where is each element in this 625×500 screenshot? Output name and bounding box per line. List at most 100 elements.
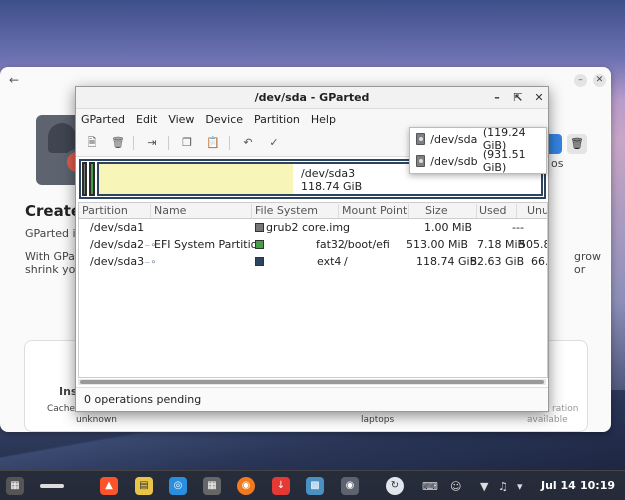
calculator-icon[interactable]: ▦ — [203, 477, 221, 495]
clock-time[interactable]: 10:19 — [580, 479, 615, 492]
cell-partition-text: /dev/sda3 — [90, 255, 145, 268]
visual-label: /dev/sda3 118.74 GiB — [301, 167, 362, 193]
minimize-icon[interactable]: – — [574, 74, 587, 87]
cell-size: 118.74 GiB — [416, 255, 478, 268]
device-item-sdb[interactable]: /dev/sdb (931.51 GiB) — [410, 148, 546, 174]
device-dropdown-popup: /dev/sda (119.24 GiB) /dev/sdb (931.51 G… — [409, 126, 547, 174]
partition-table: Partition Name File System Mount Point S… — [78, 202, 548, 378]
wifi-icon[interactable]: ▼ — [480, 480, 488, 493]
bg-description-1: GParted is — [25, 227, 82, 240]
column-header-unused[interactable]: Unus — [517, 204, 547, 218]
taskbar: ▦ ▲ ▤ ◎ ▦ ◉ ↓ ▩ ◉ ↻ ⌨ ☺ ▼ ♫ ▾ Jul 14 10:… — [0, 470, 625, 500]
new-partition-icon[interactable]: 🗎 — [84, 135, 100, 151]
bg-right-text-2: grow or — [574, 250, 601, 276]
card-label-available: available — [527, 415, 568, 425]
menu-partition[interactable]: Partition — [254, 113, 300, 126]
firefox-icon[interactable]: ◉ — [237, 477, 255, 495]
gparted-taskbar-icon[interactable]: ◉ — [341, 477, 359, 495]
window-title: /dev/sda - GParted — [254, 91, 370, 104]
menu-help[interactable]: Help — [311, 113, 336, 126]
workspace-indicator[interactable] — [40, 484, 64, 488]
visual-partition-sda1[interactable] — [82, 162, 87, 196]
horizontal-scrollbar[interactable] — [78, 379, 546, 385]
maximize-icon[interactable]: ⇱ — [511, 87, 525, 109]
menubar: GParted Edit View Device Partition Help — [76, 109, 548, 129]
cell-filesystem: ext4 — [317, 255, 342, 268]
cell-size: 1.00 MiB — [424, 221, 473, 234]
cell-used: --- — [512, 221, 524, 234]
volume-icon[interactable]: ♫ — [498, 480, 508, 493]
bg-right-text-1: os — [551, 157, 564, 170]
cell-filesystem: fat32 — [316, 238, 345, 251]
files-icon[interactable]: ▤ — [135, 477, 153, 495]
visual-partition-sda2[interactable] — [89, 162, 95, 196]
table-header: Partition Name File System Mount Point S… — [79, 203, 547, 219]
menu-gparted[interactable]: GParted — [81, 113, 125, 126]
card-label-unknown: unknown — [76, 415, 117, 425]
status-bar: 0 operations pending — [76, 387, 548, 411]
column-header-used[interactable]: Used — [477, 204, 517, 218]
scrollbar-thumb[interactable] — [80, 380, 544, 384]
store-icon[interactable]: ▩ — [306, 477, 324, 495]
toolbar-separator — [133, 136, 134, 150]
copy-icon[interactable]: ❐ — [179, 135, 195, 151]
visual-partition-name: /dev/sda3 — [301, 167, 356, 180]
cell-filesystem: grub2 core.img — [266, 221, 351, 234]
cell-mountpoint: /boot/efi — [344, 238, 390, 251]
visual-partition-size: 118.74 GiB — [301, 180, 363, 193]
used-space-fill — [99, 164, 294, 194]
minimize-icon[interactable]: – — [490, 87, 504, 109]
disk-icon — [416, 133, 426, 145]
device-name: /dev/sdb — [430, 154, 478, 168]
disk-icon — [416, 155, 426, 167]
menu-device[interactable]: Device — [205, 113, 243, 126]
apply-icon[interactable]: ✓ — [266, 135, 282, 151]
web-browser-icon[interactable]: ◎ — [169, 477, 187, 495]
resize-move-icon[interactable]: ⇥ — [144, 135, 160, 151]
device-name: /dev/sda — [430, 132, 478, 146]
column-header-filesystem[interactable]: File System — [252, 204, 339, 218]
cell-used: 52.63 GiB — [470, 255, 525, 268]
trash-icon[interactable]: 🗑 — [567, 134, 587, 154]
cell-partition-text: /dev/sda2 — [90, 238, 145, 251]
close-icon[interactable]: ✕ — [532, 87, 546, 109]
power-menu-icon[interactable]: ▾ — [517, 480, 523, 493]
table-row[interactable]: /dev/sda3⎯⚬ ext4 / 118.74 GiB 52.63 GiB … — [79, 253, 547, 270]
cell-unused: 66.1 — [531, 255, 547, 268]
toolbar-separator — [168, 136, 169, 150]
back-arrow-icon[interactable]: ← — [9, 73, 19, 87]
close-icon[interactable]: ✕ — [593, 74, 606, 87]
clock-date[interactable]: Jul 14 — [541, 479, 576, 492]
cell-name: EFI System Partition — [154, 238, 265, 251]
keyboard-layout-icon[interactable]: ⌨ — [422, 480, 438, 493]
toolbar-separator — [229, 136, 230, 150]
gparted-window: /dev/sda - GParted – ⇱ ✕ GParted Edit Vi… — [75, 86, 549, 412]
install-button[interactable] — [549, 134, 562, 154]
menu-edit[interactable]: Edit — [136, 113, 157, 126]
sync-icon[interactable]: ↻ — [386, 477, 404, 495]
card-label-cache: Cache — [47, 404, 75, 414]
download-icon[interactable]: ↓ — [272, 477, 290, 495]
menu-view[interactable]: View — [168, 113, 194, 126]
table-row[interactable]: /dev/sda2⎯⚬ EFI System Partition fat32 /… — [79, 236, 547, 253]
device-item-sda[interactable]: /dev/sda (119.24 GiB) — [410, 126, 546, 152]
paste-icon[interactable]: 📋 — [205, 135, 221, 151]
gparted-titlebar[interactable]: /dev/sda - GParted – ⇱ ✕ — [76, 87, 548, 109]
filesystem-color-swatch — [255, 223, 264, 232]
cell-partition: /dev/sda1 — [90, 221, 145, 234]
cell-partition: /dev/sda3⎯⚬ — [90, 255, 157, 268]
column-header-mountpoint[interactable]: Mount Point — [339, 204, 409, 218]
delete-icon[interactable]: 🗑 — [110, 135, 126, 151]
column-header-partition[interactable]: Partition — [79, 204, 151, 218]
card-label-ration: ration — [552, 404, 579, 414]
brave-browser-icon[interactable]: ▲ — [100, 477, 118, 495]
column-header-size[interactable]: Size — [409, 204, 477, 218]
undo-icon[interactable]: ↶ — [240, 135, 256, 151]
column-header-name[interactable]: Name — [151, 204, 252, 218]
card-label-laptops: laptops — [361, 415, 395, 425]
apps-grid-icon[interactable]: ▦ — [6, 477, 24, 495]
accessibility-icon[interactable]: ☺ — [450, 480, 461, 493]
table-row[interactable]: /dev/sda1 grub2 core.img 1.00 MiB --- — [79, 219, 547, 236]
device-size: (931.51 GiB) — [482, 148, 526, 174]
filesystem-color-swatch — [255, 257, 264, 266]
